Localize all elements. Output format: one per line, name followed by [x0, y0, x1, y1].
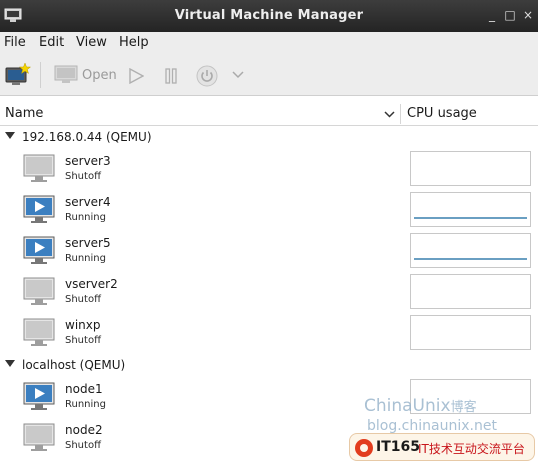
expand-arrow-icon[interactable]	[5, 132, 15, 139]
watermark-badge: IT165 IT技术互动交流平台	[349, 433, 535, 461]
vm-name: node1	[65, 382, 103, 396]
vm-name: winxp	[65, 318, 101, 332]
menu-file[interactable]: File	[4, 35, 26, 50]
vm-name: server5	[65, 236, 111, 250]
column-header: Name CPU usage	[0, 102, 538, 126]
menu-help[interactable]: Help	[119, 35, 149, 50]
menu-bar: File Edit View Help	[0, 32, 538, 54]
toolbar: Open	[0, 54, 538, 96]
vm-state: Shutoff	[65, 171, 101, 182]
watermark-line1: ChinaUnix	[364, 396, 451, 416]
power-icon[interactable]	[196, 65, 218, 87]
vm-state: Shutoff	[65, 440, 101, 451]
cpu-usage-graph	[410, 233, 531, 268]
badge-slogan: IT技术互动交流平台	[418, 442, 525, 456]
column-cpu-usage[interactable]: CPU usage	[407, 106, 477, 121]
open-button[interactable]: Open	[82, 68, 117, 83]
title-bar: Virtual Machine Manager _ □ ×	[0, 0, 538, 32]
watermark-url: blog.chinaunix.net	[367, 418, 497, 434]
badge-brand: IT165	[376, 439, 420, 455]
expand-arrow-icon[interactable]	[5, 360, 15, 367]
connection-row[interactable]: localhost (QEMU)	[0, 355, 538, 375]
connection-row[interactable]: 192.168.0.44 (QEMU)	[0, 127, 538, 147]
column-menu-chevron-down-icon[interactable]	[384, 111, 395, 118]
cpu-usage-line	[414, 258, 527, 260]
cpu-usage-graph	[410, 151, 531, 186]
pause-icon[interactable]	[163, 68, 179, 84]
vm-row[interactable]: server3 Shutoff	[0, 151, 538, 192]
menu-edit[interactable]: Edit	[39, 35, 64, 50]
menu-view[interactable]: View	[76, 35, 107, 50]
vm-shutoff-monitor-icon	[23, 318, 55, 346]
watermark-chinaunix: ChinaUnix博客	[364, 396, 477, 416]
cpu-usage-graph	[410, 274, 531, 309]
vm-running-monitor-icon	[23, 195, 55, 223]
vm-name: server4	[65, 195, 111, 209]
new-vm-icon[interactable]	[5, 63, 31, 87]
vm-row[interactable]: winxp Shutoff	[0, 315, 538, 356]
vm-state: Running	[65, 399, 106, 410]
vm-name: vserver2	[65, 277, 118, 291]
vm-state: Shutoff	[65, 294, 101, 305]
column-name[interactable]: Name	[5, 106, 43, 121]
cpu-usage-line	[414, 217, 527, 219]
vm-running-monitor-icon	[23, 382, 55, 410]
vm-name: node2	[65, 423, 103, 437]
vm-shutoff-monitor-icon	[23, 154, 55, 182]
vm-name: server3	[65, 154, 111, 168]
vm-shutoff-monitor-icon	[23, 423, 55, 451]
vm-row[interactable]: server4 Running	[0, 192, 538, 233]
vm-state: Running	[65, 253, 106, 264]
cpu-usage-graph	[410, 315, 531, 350]
maximize-button[interactable]: □	[502, 7, 518, 23]
vm-shutoff-monitor-icon	[23, 277, 55, 305]
connection-label: 192.168.0.44 (QEMU)	[22, 130, 152, 144]
close-button[interactable]: ×	[520, 7, 536, 23]
vm-running-monitor-icon	[23, 236, 55, 264]
run-icon[interactable]	[128, 68, 144, 84]
toolbar-separator	[40, 62, 41, 88]
vm-state: Shutoff	[65, 335, 101, 346]
watermark-line1-suffix: 博客	[450, 400, 477, 415]
window-title: Virtual Machine Manager	[174, 8, 364, 23]
power-menu-chevron-down-icon[interactable]	[232, 71, 244, 79]
connection-label: localhost (QEMU)	[22, 358, 126, 372]
column-divider	[400, 104, 401, 124]
open-console-icon[interactable]	[54, 65, 78, 85]
cpu-usage-graph	[410, 192, 531, 227]
minimize-button[interactable]: _	[484, 7, 500, 23]
vm-row[interactable]: vserver2 Shutoff	[0, 274, 538, 315]
vm-row[interactable]: server5 Running	[0, 233, 538, 274]
vm-state: Running	[65, 212, 106, 223]
it165-logo-icon	[355, 439, 373, 457]
